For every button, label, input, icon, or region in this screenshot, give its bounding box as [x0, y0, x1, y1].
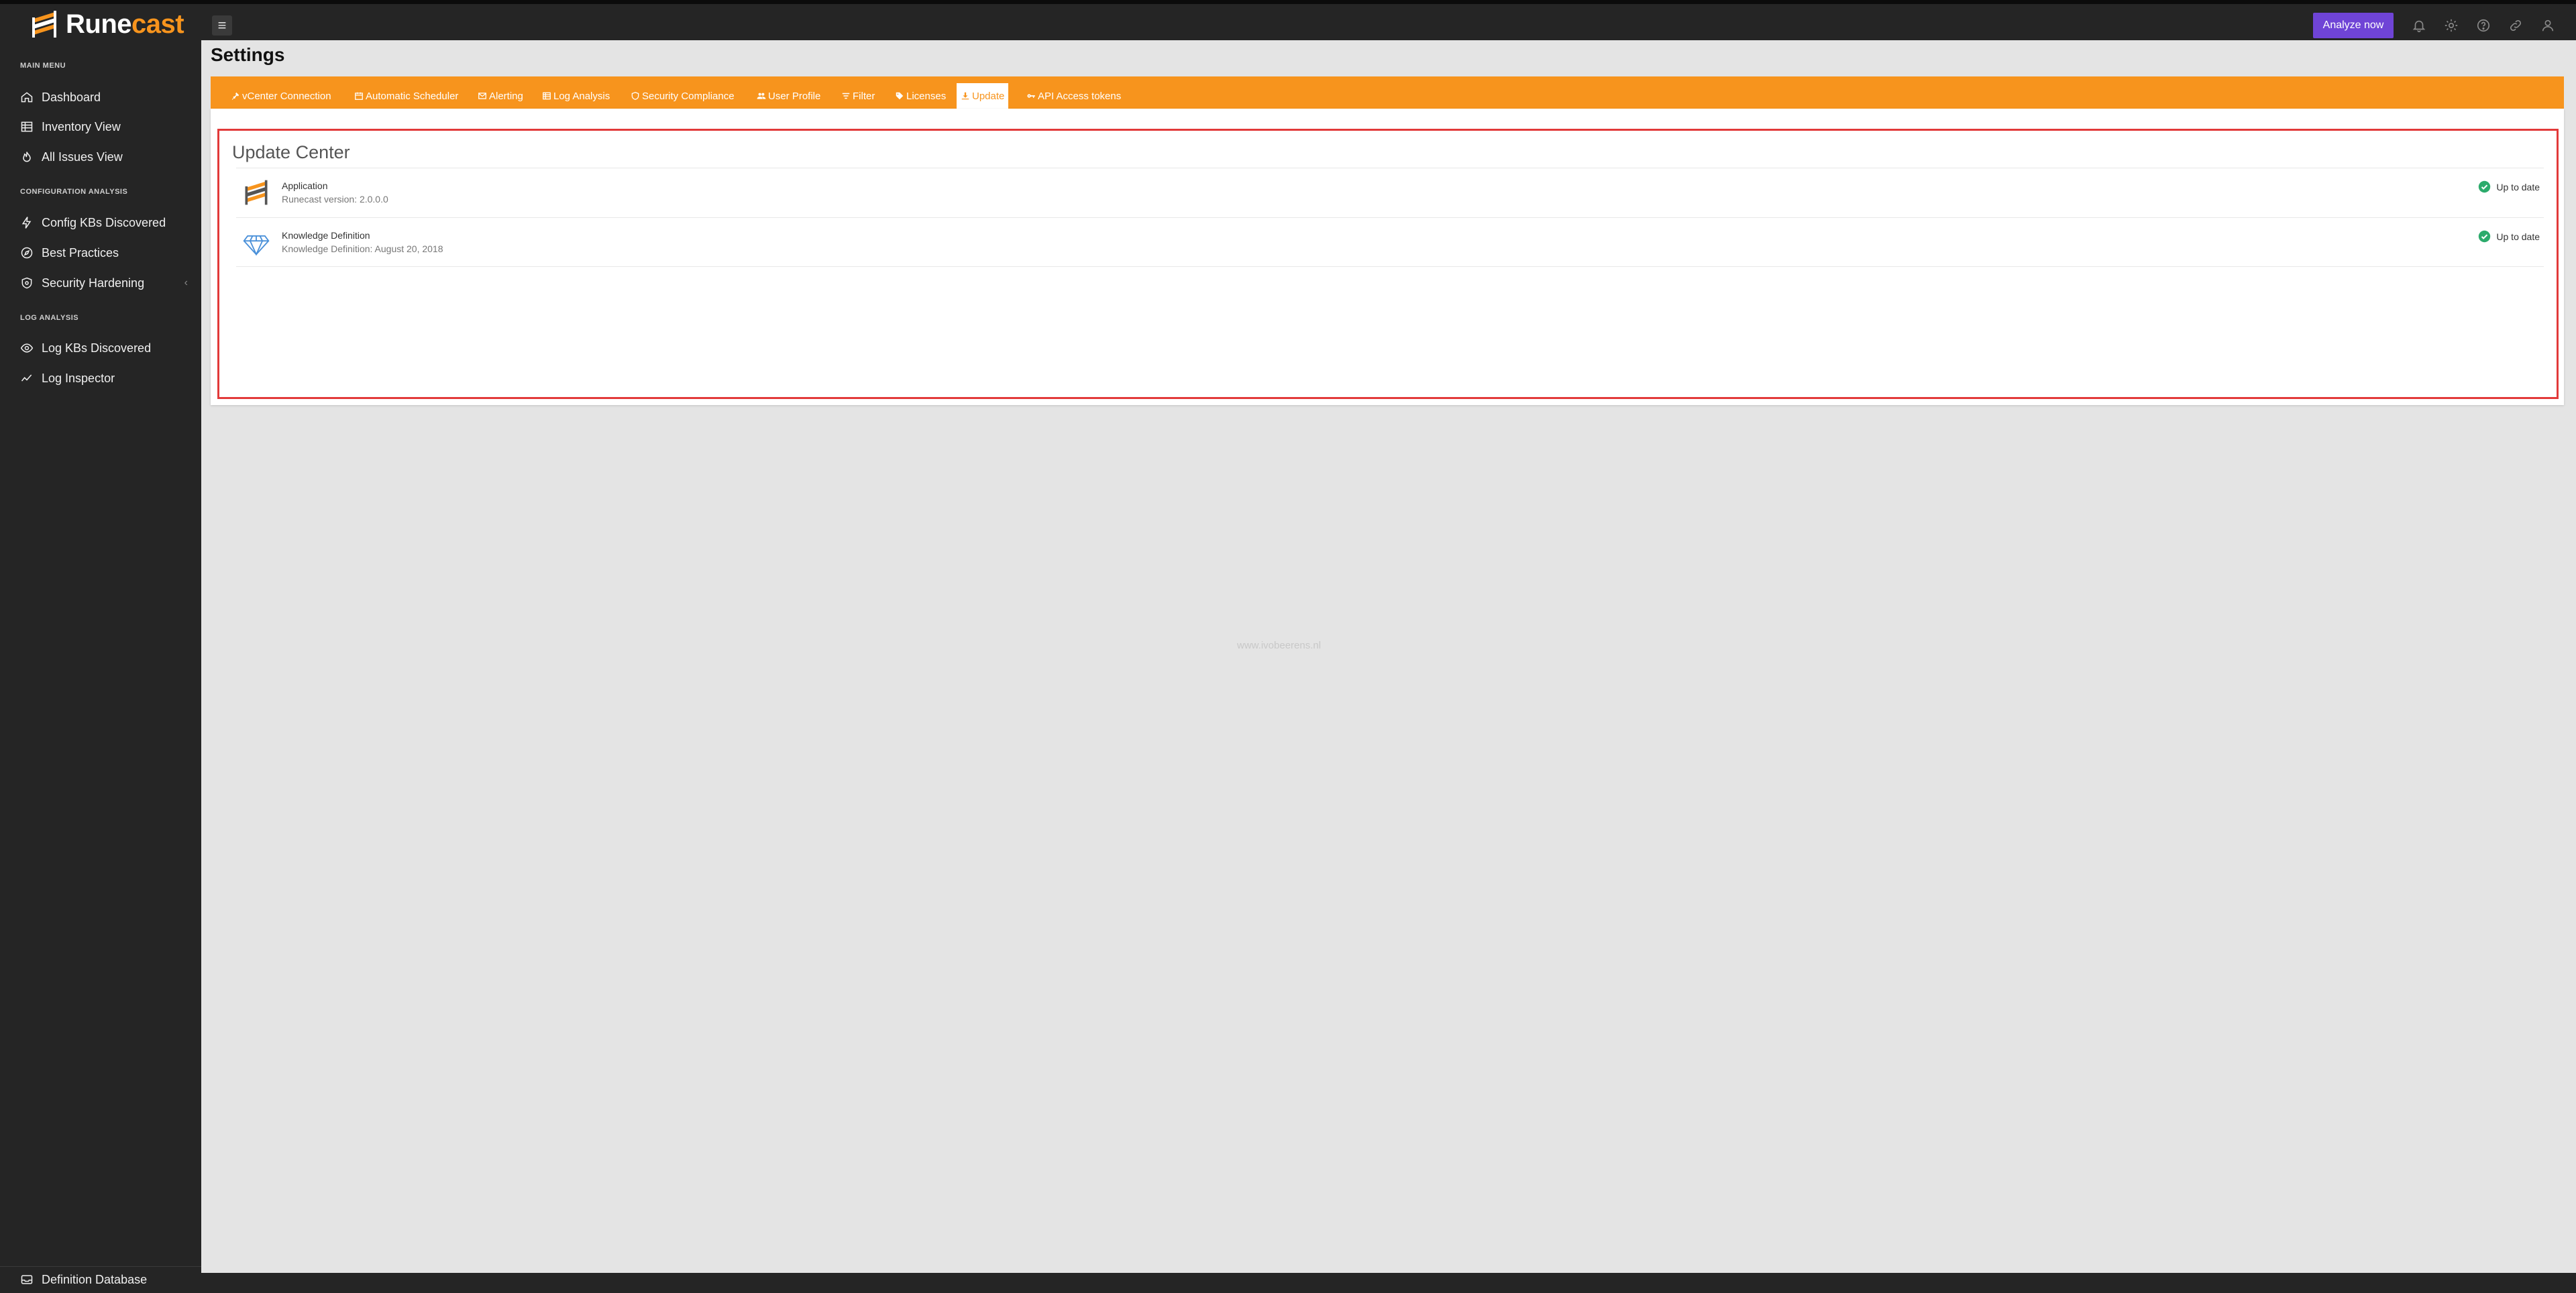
tab-api-access-tokens[interactable]: API Access tokens — [1022, 83, 1125, 109]
update-item-detail: Knowledge Definition: August 20, 2018 — [282, 243, 443, 254]
shield-icon — [631, 92, 639, 100]
configuration-analysis-title: CONFIGURATION ANALYSIS — [20, 188, 128, 196]
status-badge: Up to date — [2478, 180, 2540, 193]
update-row-application: Application Runecast version: 2.0.0.0 Up… — [236, 168, 2544, 217]
analyze-now-button[interactable]: Analyze now — [2313, 13, 2394, 38]
table-icon — [21, 121, 33, 132]
tab-label: Licenses — [906, 90, 947, 102]
tab-label: Log Analysis — [553, 90, 610, 102]
sidebar-item-inventory-view[interactable]: Inventory View — [20, 117, 188, 137]
plug-icon — [231, 92, 239, 100]
user-icon[interactable] — [2538, 16, 2557, 35]
settings-tab-bar: vCenter Connection Automatic Scheduler A… — [211, 76, 2564, 109]
page-title: Settings — [211, 44, 285, 65]
sidebar-item-config-kbs[interactable]: Config KBs Discovered — [20, 213, 188, 233]
tab-alerting[interactable]: Alerting — [474, 83, 527, 109]
tab-label: Automatic Scheduler — [366, 90, 459, 102]
top-bar: Runecast ≡ Analyze now — [0, 0, 2576, 40]
eye-icon — [20, 343, 34, 353]
sidebar-item-label: Definition Database — [42, 1272, 148, 1286]
bolt-icon — [21, 217, 32, 229]
sidebar-item-definition-database[interactable]: Definition Database — [20, 1270, 188, 1290]
tab-licenses[interactable]: Licenses — [891, 83, 950, 109]
runecast-logo-icon — [245, 180, 268, 205]
update-row-knowledge-definition: Knowledge Definition Knowledge Definitio… — [236, 217, 2544, 267]
update-item-detail: Runecast version: 2.0.0.0 — [282, 194, 388, 205]
update-item-name: Knowledge Definition — [282, 230, 370, 241]
sidebar-item-all-issues-view[interactable]: All Issues View — [20, 147, 188, 167]
tab-vcenter-connection[interactable]: vCenter Connection — [227, 83, 335, 109]
sidebar: MAIN MENU Dashboard Inventory View All I… — [0, 40, 201, 1293]
status-text: Up to date — [2496, 181, 2540, 192]
calendar-icon — [355, 92, 363, 100]
sidebar-item-dashboard[interactable]: Dashboard — [20, 87, 188, 107]
tab-label: User Profile — [768, 90, 821, 102]
fire-icon — [23, 152, 31, 162]
sidebar-item-label: Log KBs Discovered — [42, 341, 152, 355]
tag-icon — [896, 92, 904, 100]
chevron-left-icon[interactable]: ‹ — [184, 277, 188, 289]
sidebar-item-best-practices[interactable]: Best Practices — [20, 243, 188, 263]
bottom-strip — [201, 1273, 2576, 1293]
users-icon — [757, 93, 766, 99]
bell-icon[interactable] — [2410, 16, 2428, 35]
update-center-title: Update Center — [232, 142, 350, 162]
status-badge: Up to date — [2478, 230, 2540, 243]
tab-label: vCenter Connection — [242, 90, 331, 102]
sidebar-item-label: Security Hardening — [42, 276, 145, 290]
sidebar-bottom: Definition Database — [0, 1266, 201, 1293]
sidebar-item-label: All Issues View — [42, 150, 123, 164]
tab-label: Filter — [853, 90, 875, 102]
main-menu-title: MAIN MENU — [20, 62, 66, 70]
chart-line-icon — [21, 374, 32, 382]
home-icon — [21, 92, 33, 103]
sidebar-item-label: Log Inspector — [42, 371, 115, 385]
tab-update[interactable]: Update — [957, 83, 1009, 109]
inbox-icon — [21, 1275, 33, 1284]
sidebar-item-label: Inventory View — [42, 119, 121, 133]
tab-filter[interactable]: Filter — [837, 83, 879, 109]
logo-text: Runecast — [66, 9, 184, 39]
update-item-name: Application — [282, 180, 328, 191]
sidebar-item-log-inspector[interactable]: Log Inspector — [20, 368, 188, 388]
check-circle-icon — [2479, 230, 2491, 243]
tab-label: Update — [972, 90, 1005, 102]
tab-label: Security Compliance — [642, 90, 735, 102]
watermark: www.ivobeerens.nl — [1237, 640, 1322, 651]
status-text: Up to date — [2496, 231, 2540, 242]
sidebar-item-label: Config KBs Discovered — [42, 215, 166, 229]
hamburger-icon[interactable]: ≡ — [212, 15, 232, 36]
log-analysis-title: LOG ANALYSIS — [20, 314, 79, 322]
tab-automatic-scheduler[interactable]: Automatic Scheduler — [350, 83, 462, 109]
filter-icon — [842, 93, 850, 99]
sidebar-item-log-kbs[interactable]: Log KBs Discovered — [20, 338, 188, 358]
runecast-logo[interactable]: Runecast — [28, 8, 184, 40]
shield-icon — [21, 277, 32, 289]
runecast-logo-icon — [32, 11, 56, 38]
diamond-icon — [243, 235, 270, 256]
link-icon[interactable] — [2506, 16, 2525, 35]
sidebar-item-label: Best Practices — [42, 245, 119, 260]
sidebar-item-label: Dashboard — [42, 90, 101, 104]
check-circle-icon — [2479, 180, 2491, 193]
envelope-icon — [478, 93, 486, 99]
tab-label: API Access tokens — [1038, 90, 1122, 102]
tab-user-profile[interactable]: User Profile — [753, 83, 824, 109]
compass-icon — [21, 247, 33, 259]
help-icon[interactable] — [2474, 16, 2493, 35]
table-icon — [543, 92, 551, 100]
download-icon — [961, 92, 969, 100]
key-icon — [1027, 94, 1035, 98]
tab-log-analysis[interactable]: Log Analysis — [538, 83, 614, 109]
gear-icon[interactable] — [2442, 16, 2461, 35]
tab-security-compliance[interactable]: Security Compliance — [627, 83, 739, 109]
sidebar-item-security-hardening[interactable]: Security Hardening ‹ — [20, 273, 188, 293]
tab-label: Alerting — [489, 90, 523, 102]
